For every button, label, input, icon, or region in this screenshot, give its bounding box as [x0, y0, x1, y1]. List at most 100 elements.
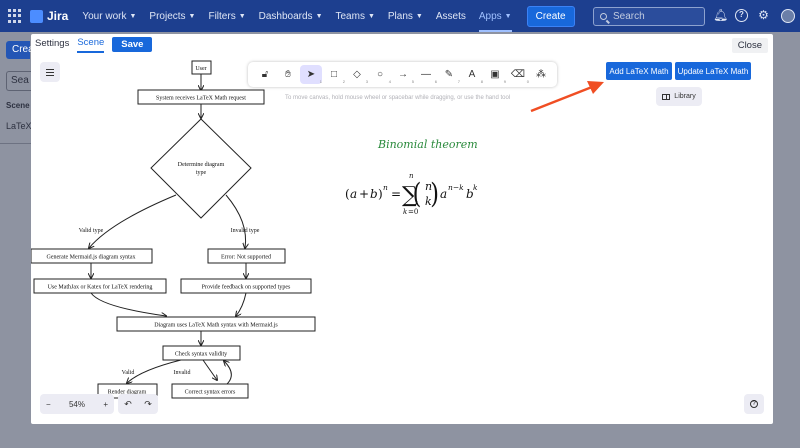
nav-item-label: Teams	[335, 10, 365, 22]
eraser-icon[interactable]: ⌫ 0	[507, 65, 529, 84]
nav-item-projects[interactable]: Projects ▼	[149, 0, 195, 32]
nav-item-label: Plans	[387, 10, 413, 22]
svg-text:k: k	[473, 183, 478, 192]
main-menu-button[interactable]	[40, 62, 60, 82]
nav-item-plans[interactable]: Plans ▼	[388, 0, 423, 32]
search-input[interactable]: Search	[593, 7, 705, 26]
tab-scene[interactable]: Scene	[77, 37, 105, 53]
background-latex-text: LaTeX	[6, 121, 32, 131]
lock-icon[interactable]: 🔓︎	[254, 65, 276, 84]
binomial-formula[interactable]: ( a + b ) n = n ∑ k =0 ( n k ) a n−k b k	[343, 170, 523, 218]
svg-text:): )	[430, 176, 439, 209]
nav-item-your-work[interactable]: Your work ▼	[82, 0, 136, 32]
draw-icon[interactable]: ✎ 7	[438, 65, 460, 84]
library-book-icon	[662, 93, 671, 100]
svg-text:n: n	[383, 183, 388, 192]
tool-shortcut-number: 8	[480, 79, 483, 84]
nav-item-label: Assets	[435, 10, 466, 22]
text-icon[interactable]: A8	[461, 65, 483, 84]
tab-settings[interactable]: Settings	[35, 38, 69, 52]
help-icon[interactable]: ?	[735, 9, 748, 22]
save-button[interactable]: Save	[112, 36, 153, 52]
close-button[interactable]: Close	[731, 38, 768, 53]
update-latex-math-button[interactable]: Update LaTeX Math	[675, 62, 751, 80]
tool-shortcut-number: 1	[319, 79, 322, 84]
shapes-icon[interactable]: ⁂	[530, 65, 552, 84]
zoom-level[interactable]: 54%	[69, 400, 85, 409]
chevron-down-icon: ▼	[415, 12, 423, 20]
line-icon-glyph: —	[421, 69, 431, 80]
chevron-down-icon: ▼	[188, 12, 196, 20]
tool-shortcut-number: 3	[365, 79, 368, 84]
arrow-icon[interactable]: → 5	[392, 65, 414, 84]
label-correct: Correct syntax errors	[185, 390, 236, 396]
jira-logo[interactable]: Jira	[30, 9, 68, 23]
svg-text:a: a	[350, 187, 357, 201]
diamond-icon[interactable]: ◇ 3	[346, 65, 368, 84]
canvas-help-button[interactable]: ?	[744, 394, 764, 414]
redo-icon[interactable]: ↷	[144, 399, 152, 410]
svg-text:(: (	[413, 176, 422, 209]
label-uses-latex: Diagram uses LaTeX Math syntax with Merm…	[154, 323, 278, 329]
selection-icon[interactable]: ➤ 1	[300, 65, 322, 84]
label-valid: Valid	[122, 370, 135, 376]
tool-shortcut-number: 7	[457, 79, 460, 84]
draw-icon-glyph: ✎	[444, 69, 454, 80]
tool-shortcut-number: 5	[411, 79, 414, 84]
text-icon-glyph: A	[468, 69, 476, 80]
app-name: Jira	[47, 9, 69, 23]
nav-item-teams[interactable]: Teams ▼	[336, 0, 375, 32]
rectangle-icon-glyph: □	[330, 69, 338, 80]
label-feedback: Provide feedback on supported types	[202, 284, 291, 291]
eraser-icon-glyph: ⌫	[510, 69, 526, 80]
create-button[interactable]: Create	[526, 5, 575, 27]
binomial-theorem-title: Binomial theorem	[378, 138, 478, 151]
settings-gear-icon[interactable]: ⚙	[757, 9, 770, 22]
image-icon-glyph: ▣	[490, 69, 500, 80]
zoom-out-button[interactable]: −	[46, 400, 51, 409]
app-switcher-icon[interactable]	[8, 9, 22, 23]
add-latex-math-button[interactable]: Add LaTeX Math	[606, 62, 672, 80]
line-icon[interactable]: —6	[415, 65, 437, 84]
library-button[interactable]: Library	[656, 87, 702, 106]
svg-text:n−k: n−k	[448, 183, 464, 192]
chevron-down-icon: ▼	[315, 12, 323, 20]
nav-item-label: Filters	[208, 10, 236, 22]
hand-icon[interactable]: ✋︎	[277, 65, 299, 84]
background-divider	[0, 143, 31, 144]
nav-item-filters[interactable]: Filters ▼	[208, 0, 245, 32]
background-create-button: Crea	[6, 41, 34, 59]
image-icon[interactable]: ▣ 9	[484, 65, 506, 84]
label-use-mathjax: Use MathJax or Katex for LaTeX rendering	[48, 284, 153, 291]
undo-icon[interactable]: ↶	[124, 399, 132, 410]
label-determine-2: type	[196, 170, 207, 176]
label-request: System receives LaTeX Math request	[156, 96, 246, 102]
ellipse-icon[interactable]: ○ 4	[369, 65, 391, 84]
user-avatar[interactable]	[781, 9, 795, 23]
rectangle-icon[interactable]: □ 2	[323, 65, 345, 84]
drawing-canvas[interactable]: User System receives LaTeX Math request …	[31, 52, 773, 424]
primary-nav: Your work ▼ Projects ▼ Filters ▼ Dashboards ▼ Te…	[82, 0, 524, 32]
library-label: Library	[674, 93, 696, 100]
diamond-icon-glyph: ◇	[353, 69, 361, 80]
chevron-down-icon: ▼	[129, 12, 137, 20]
zoom-in-button[interactable]: +	[103, 400, 108, 409]
svg-text:a: a	[440, 187, 447, 201]
hand-icon-glyph: ✋︎	[285, 69, 291, 80]
svg-text:): )	[378, 187, 383, 201]
nav-item-apps[interactable]: Apps ▼	[478, 0, 512, 32]
background-search-field: Sea	[6, 71, 32, 91]
drawing-toolbar: 🔓︎ ✋︎ ➤ 1 □ 2 ◇ 3 ○ 4 → 5—6 ✎ 7 A 8 ▣ 9 ⌫ 0 ⁂	[248, 62, 557, 87]
svg-text:k: k	[403, 208, 407, 216]
nav-item-assets[interactable]: Assets	[436, 0, 466, 32]
selection-icon-glyph: ➤	[306, 69, 316, 80]
notifications-icon[interactable]: 🔔︎	[713, 9, 728, 22]
search-placeholder: Search	[613, 11, 645, 22]
label-check: Check syntax validity	[175, 352, 227, 358]
nav-item-label: Apps	[478, 10, 502, 22]
nav-item-dashboards[interactable]: Dashboards ▼	[259, 0, 323, 32]
tool-shortcut-number: 6	[434, 79, 437, 84]
tool-shortcut-number: 0	[526, 79, 529, 84]
svg-text:+: +	[359, 187, 369, 201]
zoom-controls: − 54% +	[40, 394, 114, 414]
